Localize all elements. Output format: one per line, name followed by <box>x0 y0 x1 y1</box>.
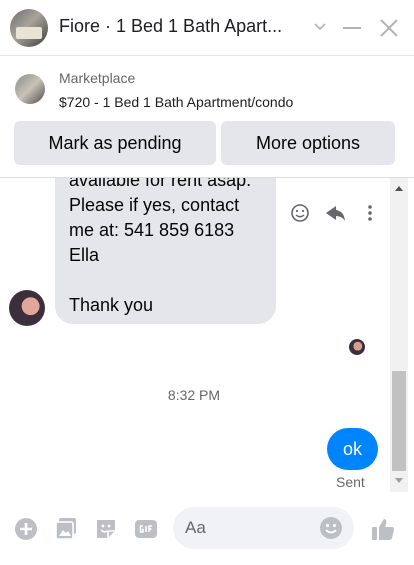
scrollbar-thumb[interactable] <box>392 371 406 471</box>
message-input[interactable] <box>185 518 315 538</box>
seen-indicator-avatar <box>349 339 365 355</box>
message-line: me at: 541 859 6183 <box>69 220 235 240</box>
listing-thumbnail[interactable] <box>15 74 45 104</box>
like-icon[interactable] <box>370 516 396 542</box>
conversation-avatar[interactable] <box>10 9 48 47</box>
more-vertical-icon[interactable] <box>368 205 372 221</box>
scroll-up-arrow[interactable] <box>395 186 403 191</box>
minimize-icon[interactable] <box>343 27 361 29</box>
sticker-icon[interactable] <box>94 517 118 541</box>
message-status: Sent <box>336 474 365 490</box>
emoji-react-icon[interactable] <box>291 204 309 222</box>
marketplace-listing-card: Marketplace $720 - 1 Bed 1 Bath Apartmen… <box>0 57 414 178</box>
photo-icon[interactable] <box>54 517 78 541</box>
message-composer <box>0 492 414 565</box>
scroll-down-arrow[interactable] <box>395 478 403 483</box>
message-timestamp: 8:32 PM <box>167 387 221 403</box>
sender-avatar[interactable] <box>9 290 45 326</box>
message-line: Ella <box>69 245 100 265</box>
message-line: Please if yes, contact <box>69 195 240 215</box>
message-input-container[interactable] <box>173 507 354 549</box>
emoji-icon[interactable] <box>319 516 343 540</box>
message-line: Thank you <box>69 295 154 315</box>
more-options-button[interactable]: More options <box>221 121 395 165</box>
reply-icon[interactable] <box>326 206 345 221</box>
chat-header: Fiore · 1 Bed 1 Bath Apart... <box>0 0 414 56</box>
close-icon[interactable] <box>378 17 400 39</box>
chevron-down-icon[interactable] <box>312 18 328 34</box>
message-list: available for rent asap. Please if yes, … <box>0 178 414 492</box>
gif-icon[interactable] <box>134 517 158 541</box>
marketplace-label: Marketplace <box>59 70 136 86</box>
listing-title[interactable]: $720 - 1 Bed 1 Bath Apartment/condo <box>59 94 293 110</box>
outgoing-message-bubble[interactable]: ok <box>327 428 378 470</box>
message-line: available for rent asap. <box>69 178 252 190</box>
mark-as-pending-button[interactable]: Mark as pending <box>14 121 216 165</box>
message-actions <box>291 204 372 222</box>
conversation-title[interactable]: Fiore · 1 Bed 1 Bath Apart... <box>59 16 282 37</box>
plus-icon[interactable] <box>14 517 38 541</box>
incoming-message-bubble[interactable]: available for rent asap. Please if yes, … <box>55 178 276 324</box>
